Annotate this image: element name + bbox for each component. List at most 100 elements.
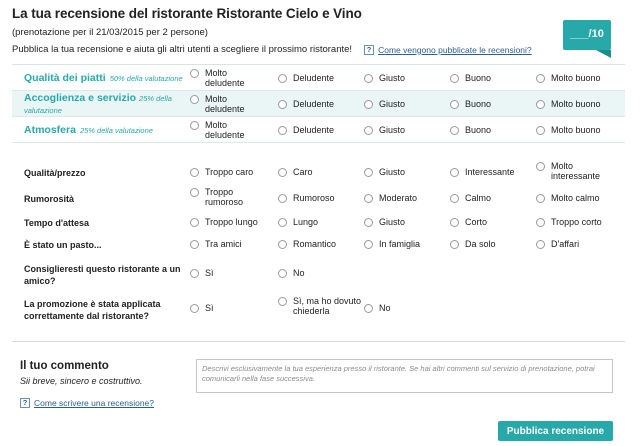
write-help[interactable]: ? Come scrivere una recensione?	[20, 398, 154, 408]
radio-button[interactable]	[536, 73, 545, 83]
rating-row-recommend: Consiglieresti questo ristorante a un am…	[12, 258, 625, 292]
radio-button[interactable]	[364, 73, 373, 83]
rating-option[interactable]: Molto deludente	[190, 120, 257, 140]
radio-button[interactable]	[364, 99, 373, 109]
rating-option[interactable]: Molto buono	[536, 117, 601, 143]
radio-button[interactable]	[364, 303, 373, 313]
radio-button[interactable]	[190, 217, 199, 227]
rating-option[interactable]: Deludente	[278, 91, 334, 117]
radio-button[interactable]	[450, 193, 459, 203]
radio-button[interactable]	[278, 99, 287, 109]
rating-option[interactable]: Sì, ma ho dovuto chiederla	[278, 296, 373, 316]
write-help-link[interactable]: Come scrivere una recensione?	[34, 398, 154, 408]
comment-textarea[interactable]	[196, 359, 613, 393]
intro-text: Pubblica la tua recensione e aiuta gli a…	[12, 44, 353, 55]
radio-button[interactable]	[364, 217, 373, 227]
radio-button[interactable]	[190, 188, 199, 197]
rating-option[interactable]: Molto calmo	[536, 193, 600, 203]
radio-button[interactable]	[278, 217, 287, 227]
rating-option[interactable]: Da solo	[450, 239, 496, 249]
rating-option[interactable]: Troppo caro	[190, 167, 253, 177]
rating-option[interactable]: D'affari	[536, 239, 579, 249]
rating-label: Accoglienza e servizio 25% della valutaz…	[24, 91, 194, 117]
score-badge: ___/10	[563, 20, 611, 50]
radio-button[interactable]	[190, 268, 199, 278]
radio-button[interactable]	[536, 162, 545, 171]
rating-option[interactable]: Sì	[190, 268, 214, 278]
rating-option[interactable]: Molto interessante	[536, 161, 611, 181]
rating-option[interactable]: Lungo	[278, 217, 318, 227]
radio-button[interactable]	[278, 73, 287, 83]
rating-option[interactable]: Caro	[278, 167, 313, 177]
rating-option[interactable]: Interessante	[450, 167, 515, 177]
radio-button[interactable]	[190, 95, 199, 104]
rating-row-food: Qualità dei piatti 50% della valutazione…	[12, 65, 625, 91]
rating-option[interactable]: Corto	[450, 217, 487, 227]
rating-option[interactable]: No	[364, 303, 391, 313]
rating-weight: 50% della valutazione	[109, 73, 183, 83]
rating-option[interactable]: Buono	[450, 117, 491, 143]
main-ratings: Qualità dei piatti 50% della valutazione…	[12, 64, 625, 143]
publish-help[interactable]: ? Come vengono pubblicate le recensioni?	[364, 44, 532, 55]
rating-option[interactable]: Molto buono	[536, 65, 601, 91]
radio-button[interactable]	[278, 125, 287, 135]
radio-button[interactable]	[190, 121, 199, 130]
rating-option[interactable]: Giusto	[364, 91, 405, 117]
rating-option[interactable]: Troppo lungo	[190, 217, 258, 227]
rating-option[interactable]: In famiglia	[364, 239, 420, 249]
radio-button[interactable]	[450, 167, 459, 177]
radio-button[interactable]	[536, 217, 545, 227]
rating-option[interactable]: Rumoroso	[278, 193, 335, 203]
rating-option[interactable]: Moderato	[364, 193, 417, 203]
rating-row-occasion: È stato un pasto... Tra amici Romantico …	[12, 234, 625, 258]
radio-button[interactable]	[536, 239, 545, 249]
radio-button[interactable]	[450, 239, 459, 249]
rating-option[interactable]: No	[278, 268, 305, 278]
radio-button[interactable]	[364, 239, 373, 249]
rating-option[interactable]: Giusto	[364, 217, 405, 227]
radio-button[interactable]	[190, 239, 199, 249]
rating-label-text: La promozione è stata applicata corretta…	[24, 299, 161, 321]
radio-button[interactable]	[364, 193, 373, 203]
rating-option[interactable]: Tra amici	[190, 239, 242, 249]
rating-option[interactable]: Sì	[190, 303, 214, 313]
rating-row-service: Accoglienza e servizio 25% della valutaz…	[12, 91, 625, 117]
rating-option[interactable]: Troppo rumoroso	[190, 187, 255, 207]
radio-button[interactable]	[190, 167, 199, 177]
rating-option[interactable]: Molto deludente	[190, 94, 257, 114]
rating-option[interactable]: Giusto	[364, 117, 405, 143]
rating-option[interactable]: Molto buono	[536, 91, 601, 117]
rating-option[interactable]: Deludente	[278, 65, 334, 91]
radio-button[interactable]	[536, 125, 545, 135]
rating-option[interactable]: Romantico	[278, 239, 336, 249]
radio-button[interactable]	[364, 167, 373, 177]
rating-option[interactable]: Giusto	[364, 65, 405, 91]
radio-button[interactable]	[450, 217, 459, 227]
rating-label-text: Tempo d'attesa	[24, 218, 89, 228]
rating-option[interactable]: Troppo corto	[536, 217, 602, 227]
radio-button[interactable]	[190, 69, 199, 78]
radio-button[interactable]	[536, 99, 545, 109]
radio-button[interactable]	[450, 125, 459, 135]
radio-button[interactable]	[536, 193, 545, 203]
rating-option[interactable]: Molto deludente	[190, 68, 257, 88]
radio-button[interactable]	[190, 303, 199, 313]
radio-button[interactable]	[278, 268, 287, 278]
rating-option[interactable]: Buono	[450, 65, 491, 91]
rating-option[interactable]: Calmo	[450, 193, 491, 203]
publish-help-link[interactable]: Come vengono pubblicate le recensioni?	[378, 45, 532, 55]
rating-label-text: Rumorosità	[24, 194, 75, 204]
radio-button[interactable]	[278, 167, 287, 177]
help-icon: ?	[20, 398, 30, 408]
publish-review-button[interactable]: Pubblica recensione	[498, 421, 613, 441]
rating-option[interactable]: Deludente	[278, 117, 334, 143]
radio-button[interactable]	[450, 73, 459, 83]
radio-button[interactable]	[278, 239, 287, 249]
rating-option[interactable]: Buono	[450, 91, 491, 117]
booking-info: (prenotazione per il 21/03/2015 per 2 pe…	[12, 27, 208, 38]
radio-button[interactable]	[278, 297, 287, 306]
radio-button[interactable]	[450, 99, 459, 109]
rating-option[interactable]: Giusto	[364, 167, 405, 177]
radio-button[interactable]	[278, 193, 287, 203]
radio-button[interactable]	[364, 125, 373, 135]
